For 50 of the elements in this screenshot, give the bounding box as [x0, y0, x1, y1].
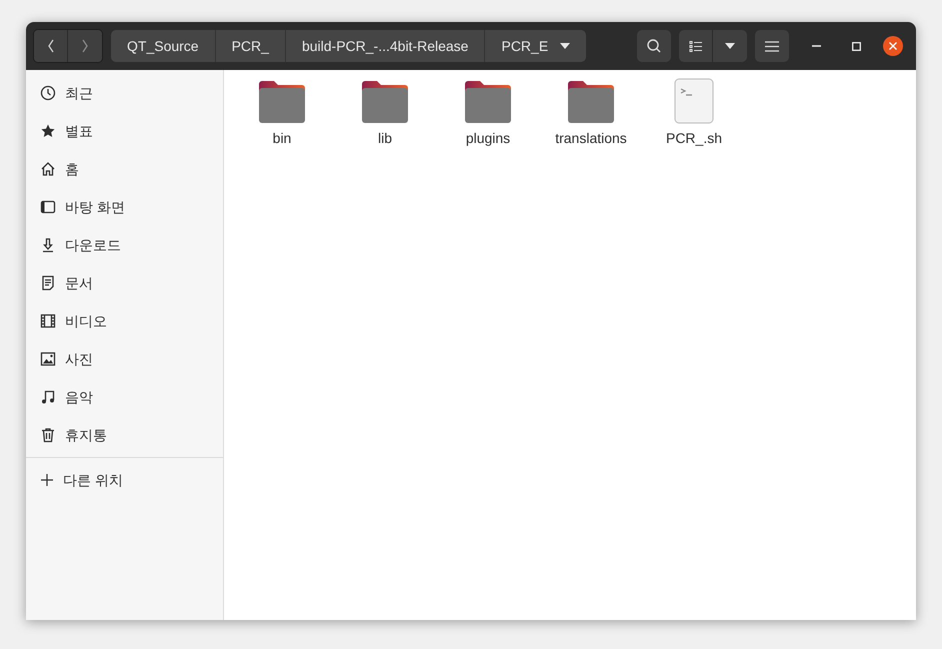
maximize-icon	[852, 42, 860, 50]
star-icon	[40, 123, 56, 139]
search-icon	[646, 38, 662, 54]
sidebar-item[interactable]: 문서	[26, 264, 223, 302]
music-note-icon	[40, 389, 56, 405]
list-view-button[interactable]	[679, 30, 713, 62]
other-locations-item[interactable]: 다른 위치	[26, 461, 223, 499]
plus-icon	[40, 473, 54, 487]
sidebar-item[interactable]: 별표	[26, 112, 223, 150]
path-button[interactable]: PCR_E	[485, 30, 586, 62]
sidebar-item[interactable]: 사진	[26, 340, 223, 378]
minimize-icon	[812, 45, 820, 47]
image-icon	[40, 351, 56, 367]
file-name[interactable]: translations	[553, 130, 629, 147]
sidebar-item[interactable]: 다운로드	[26, 226, 223, 264]
chevron-right-icon	[81, 39, 89, 53]
path-button[interactable]: QT_Source	[111, 30, 216, 62]
chevron-left-icon	[46, 39, 54, 53]
file-name[interactable]: bin	[244, 130, 320, 147]
caret-down-icon	[725, 43, 735, 49]
desktop-icon	[40, 199, 56, 215]
list-icon	[689, 40, 702, 52]
sidebar-item[interactable]: 최근	[26, 74, 223, 112]
folder-icon	[361, 80, 409, 124]
sidebar-item[interactable]: 음악	[26, 378, 223, 416]
clock-icon	[40, 85, 56, 101]
home-icon	[40, 161, 56, 177]
folder-icon	[464, 80, 512, 124]
film-icon	[40, 313, 56, 329]
menu-icon	[765, 40, 779, 52]
terminal-file-icon	[674, 78, 714, 124]
file-name[interactable]: PCR_.sh	[656, 130, 732, 147]
folder-icon	[258, 80, 306, 124]
file-name[interactable]: lib	[347, 130, 423, 147]
sidebar-item[interactable]: 비디오	[26, 302, 223, 340]
path-button[interactable]: build-PCR_-...4bit-Release	[286, 30, 486, 62]
search-button[interactable]	[637, 30, 671, 62]
close-button[interactable]	[883, 36, 903, 56]
sidebar-item[interactable]: 홈	[26, 150, 223, 188]
sidebar-item[interactable]: 바탕 화면	[26, 188, 223, 226]
trash-icon	[40, 427, 56, 443]
sidebar-item[interactable]: 휴지통	[26, 416, 223, 454]
close-icon	[889, 42, 897, 50]
download-icon	[40, 237, 56, 253]
view-options-button[interactable]	[713, 30, 747, 62]
menu-button[interactable]	[755, 30, 789, 62]
document-icon	[40, 275, 56, 291]
folder-icon	[567, 80, 615, 124]
path-button[interactable]: PCR_	[216, 30, 286, 62]
file-name[interactable]: plugins	[450, 130, 526, 147]
